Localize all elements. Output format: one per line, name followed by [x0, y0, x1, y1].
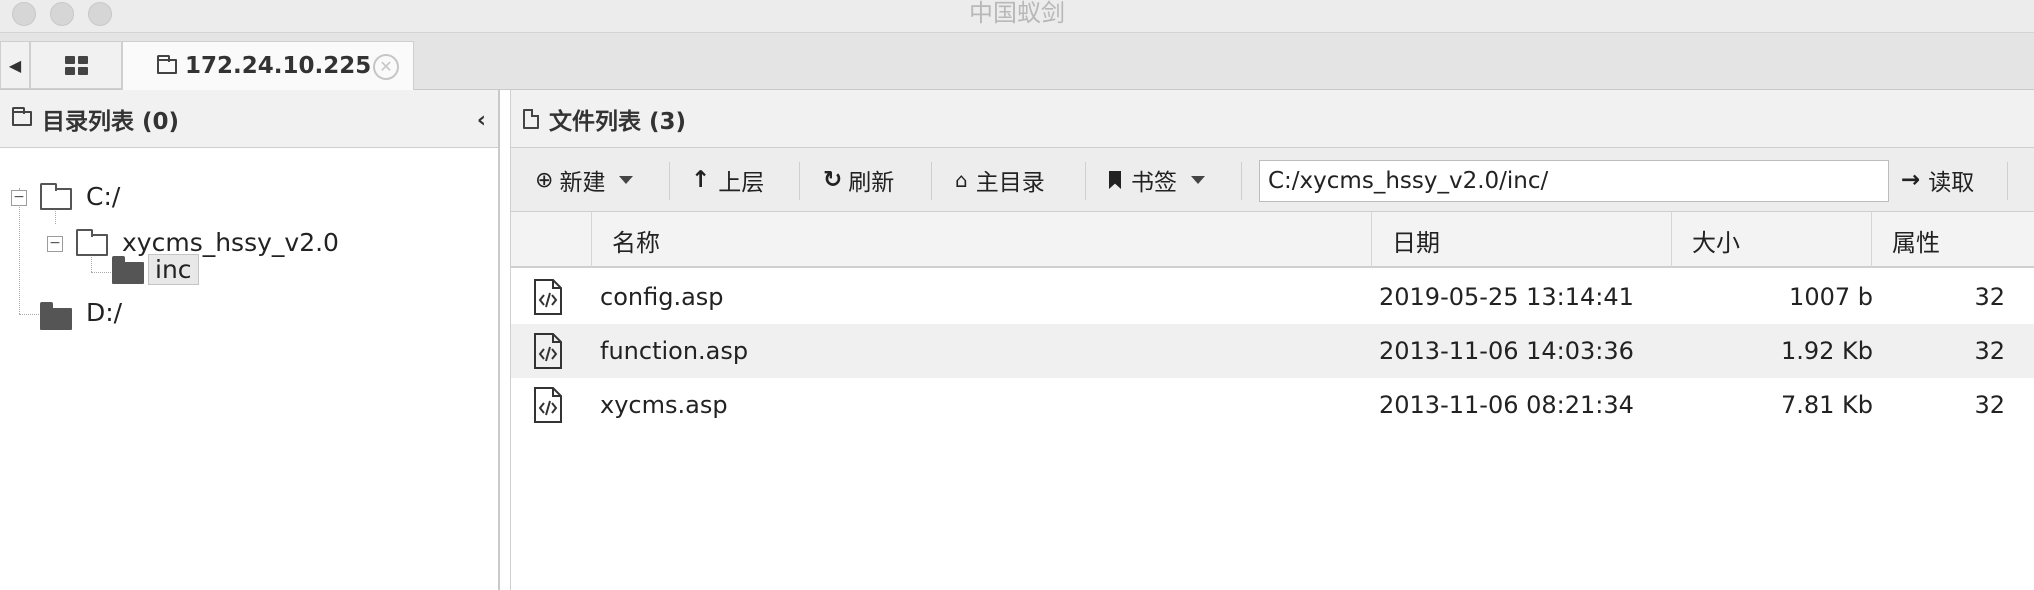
file-toolbar: ⊕ 新建 ↑ 上层 ↻ 刷新 ⌂ 主目录 书签 → 读取 — [511, 148, 2034, 212]
bookmark-icon — [1109, 171, 1121, 189]
caret-left-icon: ◀ — [8, 55, 22, 75]
tab-home[interactable] — [30, 41, 122, 89]
path-input[interactable] — [1259, 160, 1889, 202]
chevron-down-icon — [619, 176, 634, 184]
file-size: 7.81 Kb — [1780, 391, 1873, 419]
tab-scroll-left-button[interactable]: ◀ — [0, 41, 30, 89]
tree-connector — [91, 272, 113, 273]
toolbar-divider — [1241, 162, 1242, 200]
directory-panel-title: 目录列表 (0) — [42, 108, 180, 135]
table-row[interactable]: config.asp 2019-05-25 13:14:41 1007 b 32 — [511, 270, 2034, 324]
home-directory-button[interactable]: ⌂ 主目录 — [955, 160, 1045, 200]
toolbar-divider — [669, 162, 670, 200]
code-file-icon — [533, 333, 563, 369]
refresh-icon: ↻ — [823, 167, 843, 193]
column-header-size[interactable]: 大小 — [1671, 212, 1871, 268]
new-button-label: 新建 — [559, 170, 606, 196]
chevron-down-icon — [1191, 176, 1205, 184]
code-file-icon — [533, 387, 563, 423]
file-date: 2019-05-25 13:14:41 — [1379, 283, 1634, 311]
folder-icon — [112, 256, 144, 284]
code-file-icon — [533, 279, 563, 315]
home-button-label: 主目录 — [975, 170, 1045, 196]
window-title: 中国蚁剑 — [969, 0, 1065, 27]
grid-icon — [64, 55, 88, 75]
folder-icon — [40, 302, 72, 330]
refresh-button[interactable]: ↻ 刷新 — [823, 160, 894, 200]
file-attr: 32 — [1974, 337, 2005, 365]
directory-panel-header: 目录列表 (0) ‹ — [0, 90, 498, 148]
folder-open-icon — [40, 183, 72, 210]
column-name-label: 名称 — [612, 228, 660, 257]
plus-circle-icon: ⊕ — [535, 167, 554, 193]
file-panel-title: 文件列表 (3) — [549, 108, 687, 135]
folder-icon — [157, 54, 177, 74]
tab-shell[interactable]: 172.24.10.225 ✕ — [122, 41, 414, 90]
collapse-node-icon[interactable]: − — [47, 236, 63, 252]
bookmark-button[interactable]: 书签 — [1109, 160, 1205, 200]
column-size-label: 大小 — [1692, 228, 1740, 257]
read-button[interactable]: → 读取 — [1901, 160, 1974, 200]
tab-close-icon[interactable]: ✕ — [373, 54, 399, 80]
file-size: 1.92 Kb — [1780, 337, 1873, 365]
column-header-attr[interactable]: 属性 — [1871, 212, 2034, 268]
file-panel: 文件列表 (3) ⊕ 新建 ↑ 上层 ↻ 刷新 ⌂ 主目录 书签 C:/xycm… — [510, 90, 2034, 590]
toolbar-divider — [1085, 162, 1086, 200]
tab-label: 172.24.10.225 — [185, 53, 372, 79]
folder-open-icon — [76, 229, 108, 256]
file-date: 2013-11-06 14:03:36 — [1379, 337, 1634, 365]
up-button-label: 上层 — [718, 170, 765, 196]
file-name: config.asp — [600, 283, 724, 311]
home-icon: ⌂ — [955, 168, 968, 192]
new-button[interactable]: ⊕ 新建 — [535, 160, 634, 200]
tree-node-d-drive[interactable]: D:/ — [86, 298, 122, 327]
read-button-label: 读取 — [1928, 170, 1975, 196]
column-attr-label: 属性 — [1892, 228, 1940, 257]
toolbar-divider — [799, 162, 800, 200]
file-attr: 32 — [1974, 283, 2005, 311]
file-size: 1007 b — [1789, 283, 1873, 311]
table-row[interactable]: xycms.asp 2013-11-06 08:21:34 7.81 Kb 32 — [511, 378, 2034, 432]
file-date: 2013-11-06 08:21:34 — [1379, 391, 1634, 419]
collapse-node-icon[interactable]: − — [11, 190, 27, 206]
toolbar-divider — [2007, 162, 2008, 200]
tab-bar: ◀ 172.24.10.225 ✕ — [0, 33, 2034, 90]
collapse-panel-icon[interactable]: ‹ — [477, 108, 486, 133]
window-titlebar: 中国蚁剑 — [0, 0, 2034, 33]
tree-node-inc[interactable]: inc — [148, 254, 199, 285]
column-date-label: 日期 — [1392, 228, 1440, 257]
arrow-up-icon: ↑ — [691, 167, 711, 193]
file-name: xycms.asp — [600, 391, 728, 419]
file-icon — [523, 108, 539, 129]
table-row[interactable]: function.asp 2013-11-06 14:03:36 1.92 Kb… — [511, 324, 2034, 378]
column-header-date[interactable]: 日期 — [1371, 212, 1671, 268]
file-attr: 32 — [1974, 391, 2005, 419]
file-name: function.asp — [600, 337, 749, 365]
column-header-name[interactable]: 名称 — [591, 212, 1381, 268]
folder-icon — [12, 107, 32, 126]
toolbar-divider — [931, 162, 932, 200]
tree-connector — [19, 188, 20, 314]
up-directory-button[interactable]: ↑ 上层 — [691, 160, 764, 200]
bookmark-button-label: 书签 — [1131, 170, 1177, 196]
tree-connector — [19, 314, 39, 315]
file-grid-header: 名称 日期 大小 属性 — [511, 212, 2034, 268]
refresh-button-label: 刷新 — [848, 170, 895, 196]
directory-panel: 目录列表 (0) ‹ − C:/ − xycms_hssy_v2.0 inc D… — [0, 90, 500, 590]
arrow-right-icon: → — [1901, 167, 1921, 193]
tree-node-c-drive[interactable]: C:/ — [86, 182, 120, 211]
tree-node-xycms[interactable]: xycms_hssy_v2.0 — [122, 228, 339, 257]
file-panel-header: 文件列表 (3) — [511, 90, 2034, 148]
